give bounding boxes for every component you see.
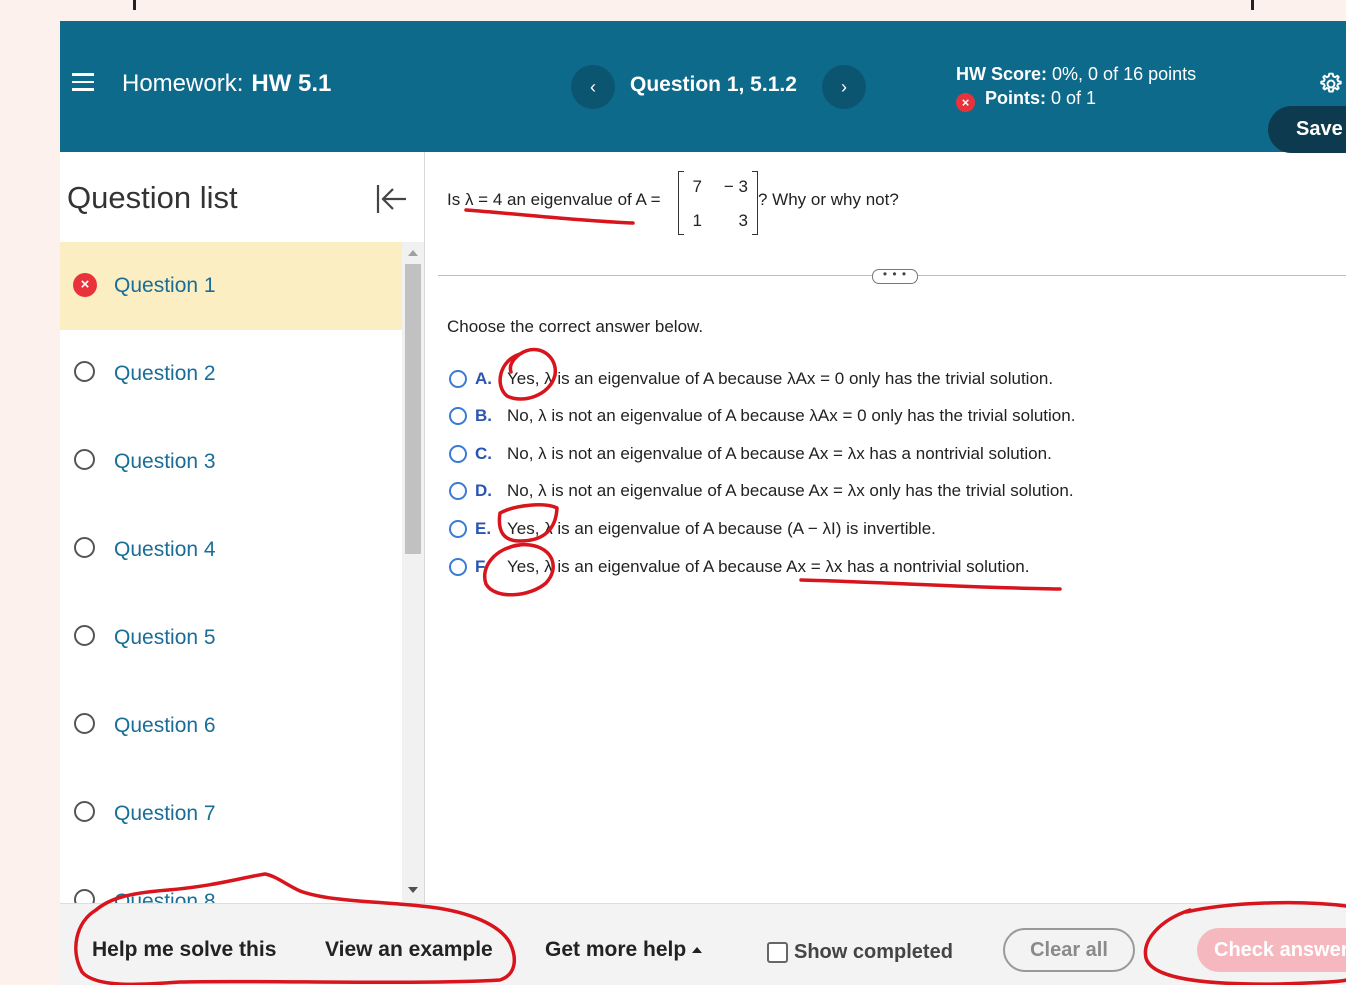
question-item-7[interactable]: Question 7	[60, 770, 402, 858]
scroll-down-icon[interactable]	[408, 887, 418, 893]
hw-score-value: 0%, 0 of 16 points	[1052, 64, 1197, 84]
unanswered-circle-icon	[74, 801, 95, 822]
question-item-3[interactable]: Question 3	[60, 418, 402, 506]
score-panel: HW Score: 0%, 0 of 16 points × Points: 0 …	[956, 62, 1196, 112]
answer-instruction: Choose the correct answer below.	[447, 317, 704, 336]
question-list-scrollbar[interactable]	[402, 242, 424, 903]
question-item-label: Question 7	[114, 802, 216, 825]
show-completed-checkbox[interactable]	[767, 942, 788, 963]
homework-label: Homework:	[122, 70, 244, 97]
option-text: No, λ is not an eigenvalue of A because …	[507, 481, 1074, 500]
question-list: × Question 1 Question 2 Question 3 Quest…	[60, 242, 402, 903]
unanswered-circle-icon	[74, 713, 95, 734]
option-text: No, λ is not an eigenvalue of A because …	[507, 444, 1052, 463]
app-window: Homework: HW 5.1 ‹ Question 1, 5.1.2 › HW…	[60, 0, 1346, 985]
hw-score-label: HW Score:	[956, 64, 1048, 84]
matrix-cell: 3	[738, 211, 748, 230]
option-letter: C.	[475, 444, 492, 463]
question-item-1[interactable]: × Question 1	[60, 242, 402, 330]
previous-question-button[interactable]: ‹	[571, 65, 615, 109]
option-text: Yes, λ is an eigenvalue of A because (A …	[507, 519, 936, 538]
incorrect-icon: ×	[956, 93, 975, 112]
question-item-4[interactable]: Question 4	[60, 506, 402, 594]
question-item-label: Question 4	[114, 538, 216, 561]
option-letter: D.	[475, 481, 492, 500]
option-letter: F.	[475, 557, 489, 576]
option-letter: A.	[475, 369, 492, 388]
radio-button[interactable]	[449, 558, 467, 576]
question-item-label: Question 8	[114, 890, 216, 903]
question-item-label: Question 5	[114, 626, 216, 649]
points-value: 0 of 1	[1051, 88, 1097, 108]
question-prompt: Is λ = 4 an eigenvalue of A =	[447, 190, 661, 209]
check-answer-button[interactable]: Check answer	[1197, 928, 1346, 972]
collapse-panel-icon[interactable]	[374, 182, 408, 216]
question-item-5[interactable]: Question 5	[60, 594, 402, 682]
question-item-2[interactable]: Question 2	[60, 330, 402, 418]
unanswered-circle-icon	[74, 625, 95, 646]
radio-button[interactable]	[449, 370, 467, 388]
option-text: No, λ is not an eigenvalue of A because …	[507, 406, 1076, 425]
matrix-cell: 1	[692, 211, 702, 230]
scrollbar-thumb[interactable]	[405, 264, 421, 554]
homework-title: Homework: HW 5.1	[122, 70, 331, 98]
unanswered-circle-icon	[74, 449, 95, 470]
get-more-help-button[interactable]: Get more help	[545, 938, 703, 962]
radio-button[interactable]	[449, 407, 467, 425]
settings-gear-icon[interactable]	[1318, 71, 1344, 97]
question-list-title: Question list	[67, 180, 238, 215]
page-top-strip	[60, 0, 1346, 21]
option-letter: B.	[475, 406, 492, 425]
chevron-right-icon: ›	[841, 77, 847, 97]
incorrect-icon: ×	[73, 273, 97, 297]
unanswered-circle-icon	[74, 361, 95, 382]
unanswered-circle-icon	[74, 537, 95, 558]
get-more-help-label: Get more help	[545, 938, 687, 961]
points-label: Points:	[985, 88, 1046, 108]
help-footer: Help me solve this View an example Get m…	[60, 903, 1346, 985]
scroll-up-icon[interactable]	[408, 250, 418, 256]
clear-all-button[interactable]: Clear all	[1003, 928, 1135, 972]
question-item-label: Question 6	[114, 714, 216, 737]
unanswered-circle-icon	[74, 889, 95, 903]
question-title: Question 1, 5.1.2	[630, 73, 797, 96]
question-item-label: Question 1	[114, 274, 216, 297]
next-question-button[interactable]: ›	[822, 65, 866, 109]
matrix-a: 7 − 3 1 3	[678, 171, 758, 235]
expand-ellipsis-button[interactable]: • • •	[872, 268, 918, 284]
option-text: Yes, λ is an eigenvalue of A because λAx…	[507, 369, 1054, 388]
question-item-label: Question 2	[114, 362, 216, 385]
radio-button[interactable]	[449, 520, 467, 538]
save-button[interactable]: Save	[1268, 106, 1346, 153]
question-area: Is λ = 4 an eigenvalue of A = 7 − 3 1 3 …	[425, 152, 1346, 903]
show-completed-label[interactable]: Show completed	[794, 941, 953, 964]
question-item-6[interactable]: Question 6	[60, 682, 402, 770]
matrix-cell: − 3	[723, 177, 748, 196]
view-example-button[interactable]: View an example	[325, 938, 493, 962]
option-letter: E.	[475, 519, 492, 538]
option-text: Yes, λ is an eigenvalue of A because Ax …	[507, 557, 1030, 576]
homework-name: HW 5.1	[251, 70, 332, 97]
matrix-cell: 7	[692, 177, 702, 196]
question-prompt-end: ? Why or why not?	[758, 190, 899, 209]
question-item-8[interactable]: Question 8	[60, 858, 402, 903]
chevron-left-icon: ‹	[590, 77, 596, 97]
caret-up-icon	[692, 947, 703, 953]
homework-header: Homework: HW 5.1 ‹ Question 1, 5.1.2 › HW…	[60, 21, 1346, 153]
radio-button[interactable]	[449, 445, 467, 463]
question-item-label: Question 3	[114, 450, 216, 473]
radio-button[interactable]	[449, 482, 467, 500]
menu-icon[interactable]	[72, 73, 94, 91]
question-list-panel: Question list × Question 1 Question 2 Qu…	[60, 152, 425, 903]
help-me-solve-button[interactable]: Help me solve this	[92, 938, 276, 962]
